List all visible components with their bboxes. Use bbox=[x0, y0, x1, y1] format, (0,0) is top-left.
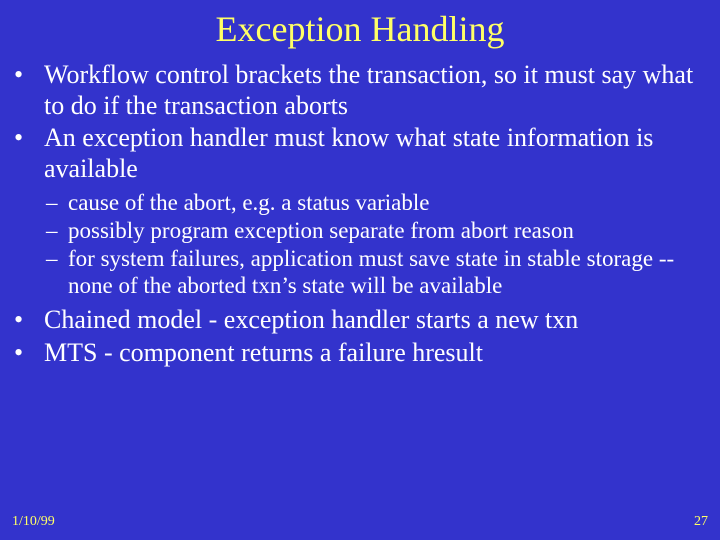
bullet-item: • An exception handler must know what st… bbox=[8, 123, 712, 184]
bullet-text: Workflow control brackets the transactio… bbox=[44, 60, 712, 121]
sub-bullet-item: – for system failures, application must … bbox=[8, 245, 712, 299]
bullet-marker: • bbox=[8, 123, 44, 184]
sub-bullet-text: possibly program exception separate from… bbox=[68, 217, 712, 244]
slide-title: Exception Handling bbox=[0, 0, 720, 60]
footer-page-number: 27 bbox=[694, 514, 708, 530]
bullet-item: • MTS - component returns a failure hres… bbox=[8, 338, 712, 369]
bullet-item: • Chained model - exception handler star… bbox=[8, 305, 712, 336]
bullet-marker: • bbox=[8, 60, 44, 121]
sub-bullet-marker: – bbox=[8, 245, 68, 299]
sub-bullet-marker: – bbox=[8, 217, 68, 244]
bullet-text: MTS - component returns a failure hresul… bbox=[44, 338, 712, 369]
bullet-marker: • bbox=[8, 338, 44, 369]
bullet-text: An exception handler must know what stat… bbox=[44, 123, 712, 184]
bullet-text: Chained model - exception handler starts… bbox=[44, 305, 712, 336]
slide-body: • Workflow control brackets the transact… bbox=[0, 60, 720, 369]
sub-bullet-text: cause of the abort, e.g. a status variab… bbox=[68, 189, 712, 216]
bullet-item: • Workflow control brackets the transact… bbox=[8, 60, 712, 121]
sub-bullet-item: – possibly program exception separate fr… bbox=[8, 217, 712, 244]
sub-bullet-marker: – bbox=[8, 189, 68, 216]
slide-footer: 1/10/99 27 bbox=[0, 514, 720, 530]
footer-date: 1/10/99 bbox=[12, 514, 55, 530]
sub-bullet-text: for system failures, application must sa… bbox=[68, 245, 712, 299]
sub-bullet-item: – cause of the abort, e.g. a status vari… bbox=[8, 189, 712, 216]
sub-bullet-group: – cause of the abort, e.g. a status vari… bbox=[8, 189, 712, 300]
bullet-marker: • bbox=[8, 305, 44, 336]
